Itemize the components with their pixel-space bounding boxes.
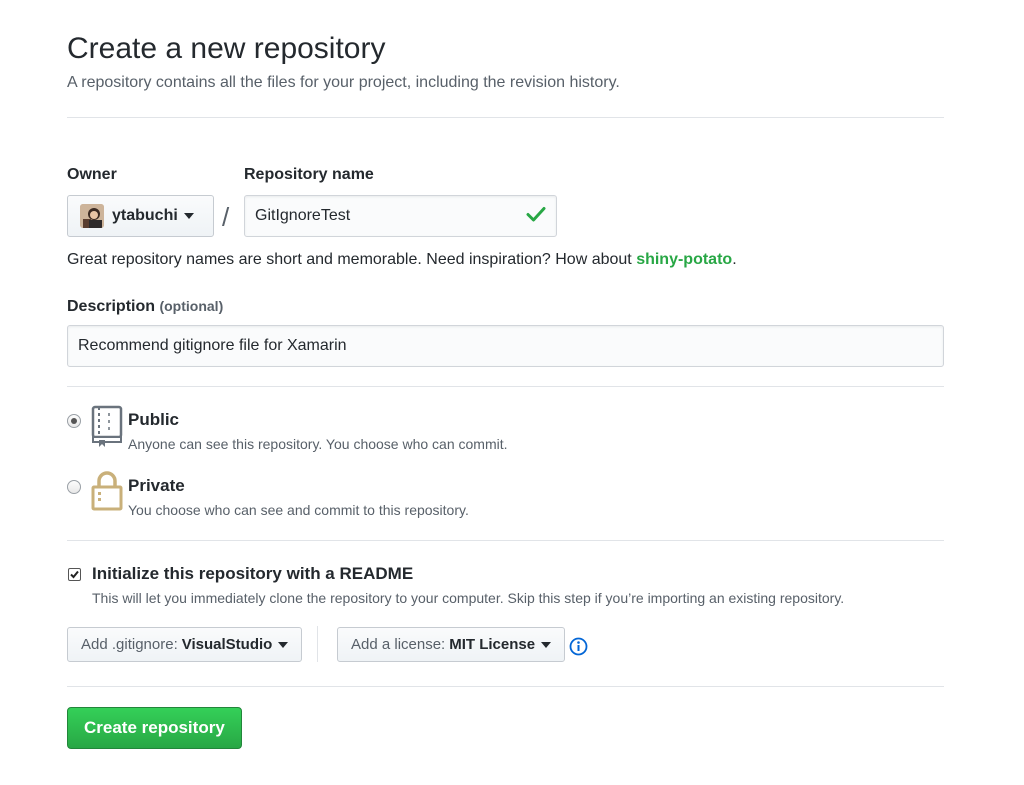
gitignore-select[interactable]: Add .gitignore: VisualStudio [67,627,303,662]
gitignore-prefix: Add .gitignore: [81,636,178,653]
gitignore-value: VisualStudio [181,636,273,653]
hint-end: . [732,251,737,268]
readme-label[interactable]: Initialize this repository with a README [92,564,413,584]
repo-public-icon [91,405,123,452]
chevron-down-icon [183,213,194,219]
chevron-down-icon [541,641,552,648]
divider [67,386,944,387]
new-repo-form: Create a new repository A repository con… [67,30,944,749]
check-icon [526,206,546,227]
optional-tag: (optional) [159,298,224,314]
avatar [80,204,104,228]
public-radio[interactable] [67,414,81,428]
divider [67,686,944,687]
readme-desc: This will let you immediately clone the … [92,590,845,606]
description-label: Description (optional) [67,296,223,317]
private-radio[interactable] [67,480,81,494]
repo-name-hint: Great repository names are short and mem… [67,251,737,269]
readme-checkbox[interactable] [68,568,81,581]
page-title: Create a new repository [67,32,386,65]
license-prefix: Add a license: [351,636,446,653]
owner-label: Owner [67,166,117,183]
suggestion-link[interactable]: shiny-potato [636,251,732,268]
lock-icon [91,471,123,516]
divider [67,117,944,118]
info-icon[interactable] [569,637,588,661]
private-title: Private [128,476,185,495]
page-subtitle: A repository contains all the files for … [67,74,620,91]
license-select[interactable]: Add a license: MIT License [337,627,566,662]
owner-name: ytabuchi [112,207,178,224]
public-title: Public [128,410,180,429]
divider [67,540,944,541]
owner-repo-separator: / [222,202,230,232]
chevron-down-icon [278,641,289,648]
repo-name-value: GitIgnoreTest [255,207,351,224]
license-value: MIT License [449,636,536,653]
description-value: Recommend gitignore file for Xamarin [78,337,347,354]
repo-name-input[interactable]: GitIgnoreTest [244,195,557,237]
owner-select[interactable]: ytabuchi [67,195,214,237]
repo-name-label: Repository name [244,166,374,183]
vertical-divider [317,626,318,662]
description-input[interactable]: Recommend gitignore file for Xamarin [67,325,944,367]
public-desc: Anyone can see this repository. You choo… [128,436,508,452]
private-desc: You choose who can see and commit to thi… [128,502,469,518]
create-repository-button[interactable]: Create repository [67,707,242,749]
description-label-text: Description [67,298,156,315]
hint-text: Great repository names are short and mem… [67,251,637,268]
